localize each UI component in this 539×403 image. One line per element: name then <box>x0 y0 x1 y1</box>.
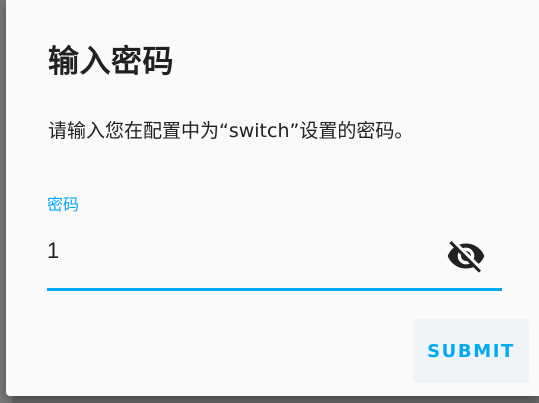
toggle-password-visibility-button[interactable] <box>444 236 488 276</box>
submit-button[interactable]: SUBMIT <box>413 319 529 383</box>
password-dialog: 输入密码 请输入您在配置中为“switch”设置的密码。 密码 1 SUBMIT <box>6 0 539 396</box>
eye-off-icon <box>447 241 485 273</box>
password-field[interactable]: 密码 1 <box>47 188 502 292</box>
password-input[interactable]: 1 <box>47 238 59 264</box>
dialog-message: 请输入您在配置中为“switch”设置的密码。 <box>48 120 414 142</box>
password-field-label: 密码 <box>47 195 80 214</box>
dialog-title: 输入密码 <box>48 44 174 80</box>
password-field-underline <box>47 288 502 291</box>
